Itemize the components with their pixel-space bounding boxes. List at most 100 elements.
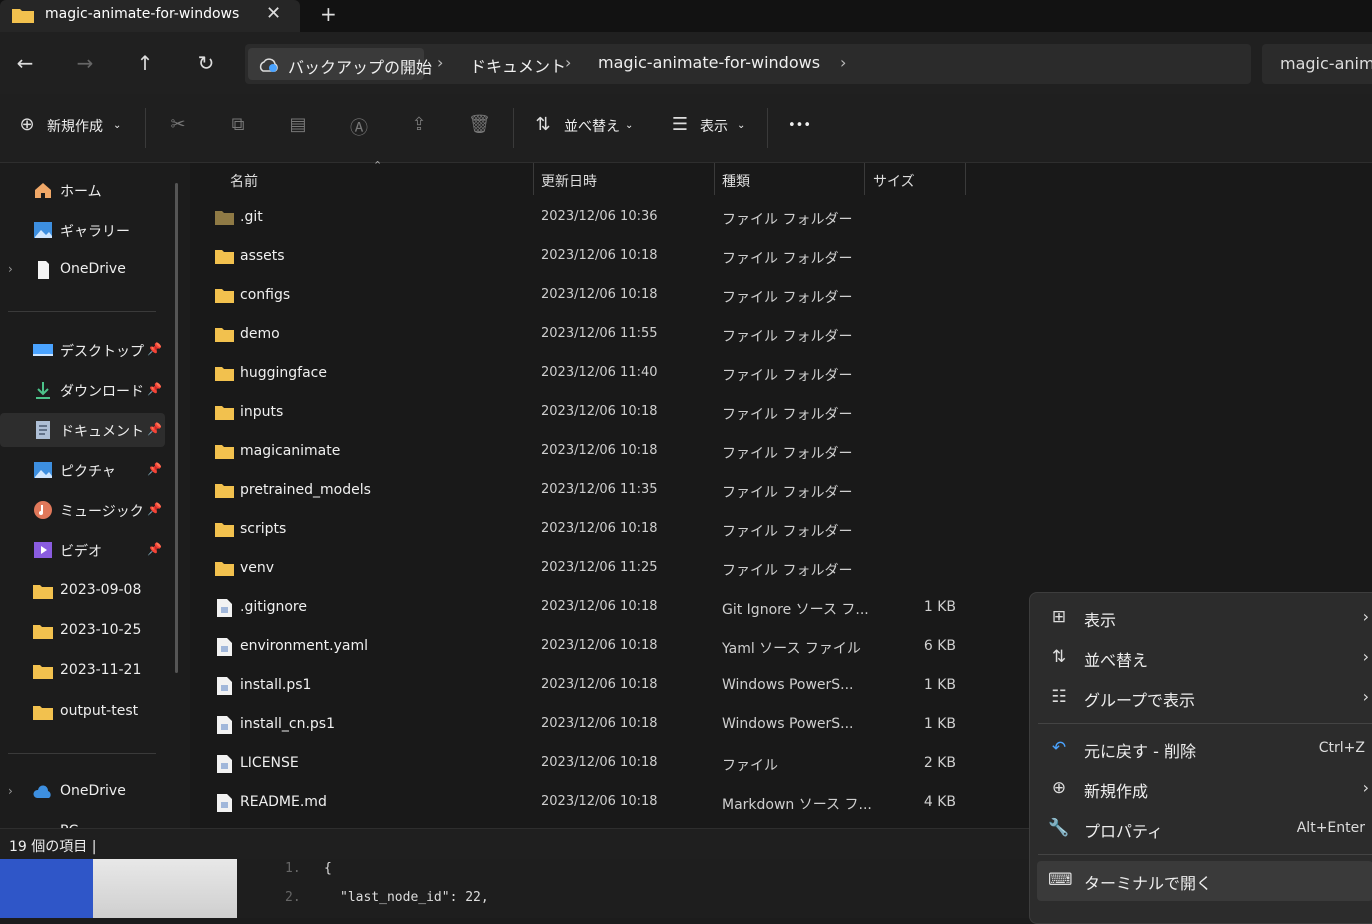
column-divider[interactable]	[864, 163, 865, 195]
folder-icon	[215, 445, 234, 459]
back-arrow-icon[interactable]: ←	[12, 50, 38, 76]
menu-item-open-terminal[interactable]: ⌨ ターミナルで開く	[1037, 861, 1372, 901]
menu-item-group[interactable]: ☷ グループで表示 ›	[1030, 678, 1372, 718]
cloud-backup-icon	[259, 58, 278, 72]
divider	[767, 108, 768, 148]
file-name: huggingface	[240, 365, 327, 381]
cut-icon[interactable]: ✂	[167, 114, 189, 136]
file-name: .git	[240, 209, 263, 225]
new-button[interactable]: 新規作成	[47, 116, 103, 136]
paste-icon[interactable]: ▤	[287, 114, 309, 136]
file-name: scripts	[240, 521, 287, 537]
tab-magic-animate[interactable]: magic-animate-for-windows ✕	[0, 0, 300, 32]
menu-shortcut: Alt+Enter	[1296, 820, 1365, 836]
table-row[interactable]: LICENSE 2023/12/06 10:18 ファイル 2 KB	[190, 745, 1030, 784]
column-divider[interactable]	[965, 163, 966, 195]
table-row[interactable]: README.md 2023/12/06 10:18 Markdown ソース フ.…	[190, 784, 1030, 823]
sidebar-label: 2023-11-21	[60, 662, 142, 678]
sidebar-item-pictures[interactable]: ピクチャ 📌	[0, 453, 165, 487]
sidebar-item-onedrive-cloud[interactable]: › OneDrive	[0, 775, 165, 809]
sidebar-item-folder[interactable]: output-test	[0, 695, 165, 729]
chevron-right-icon[interactable]: ›	[8, 784, 13, 798]
view-button[interactable]: 表示	[700, 116, 728, 136]
breadcrumb-documents[interactable]: ドキュメント	[470, 53, 566, 77]
forward-arrow-icon[interactable]: →	[72, 50, 98, 76]
share-icon[interactable]: ⇪	[408, 114, 430, 136]
navigation-pane: ホーム ギャラリー › OneDrive デスクトップ 📌 ダウンロード 📌 ド…	[0, 163, 190, 828]
sidebar-item-folder[interactable]: 2023-10-25	[0, 614, 165, 648]
file-name: .gitignore	[240, 599, 307, 615]
sidebar-item-home[interactable]: ホーム	[0, 173, 165, 207]
table-row[interactable]: magicanimate 2023/12/06 10:18 ファイル フォルダー	[190, 433, 1030, 472]
address-bar[interactable]: バックアップの開始 › ドキュメント › magic-animate-for-w…	[245, 44, 1251, 84]
file-name: inputs	[240, 404, 284, 420]
sort-button[interactable]: 並べ替え	[564, 116, 620, 136]
sidebar-label: 2023-10-25	[60, 622, 142, 638]
column-divider[interactable]	[533, 163, 534, 195]
file-name: assets	[240, 248, 285, 264]
chevron-right-icon: ›	[1362, 647, 1369, 666]
file-name: venv	[240, 560, 275, 576]
sidebar-label: デスクトップ	[60, 344, 144, 360]
table-row[interactable]: .git 2023/12/06 10:36 ファイル フォルダー	[190, 199, 1030, 238]
menu-item-properties[interactable]: 🔧 プロパティ Alt+Enter	[1030, 809, 1372, 849]
rename-icon[interactable]: Ⓐ	[348, 114, 370, 139]
search-input[interactable]: magic-anim	[1262, 44, 1372, 84]
sidebar-scrollbar[interactable]	[175, 183, 178, 673]
sidebar-item-gallery[interactable]: ギャラリー	[0, 213, 165, 247]
table-row[interactable]: pretrained_models 2023/12/06 11:35 ファイル フォ…	[190, 472, 1030, 511]
table-row[interactable]: venv 2023/12/06 11:25 ファイル フォルダー	[190, 550, 1030, 589]
column-header-type[interactable]: 種類	[722, 171, 750, 191]
table-row[interactable]: install_cn.ps1 2023/12/06 10:18 Windows Po…	[190, 706, 1030, 745]
sidebar-item-downloads[interactable]: ダウンロード 📌	[0, 373, 165, 407]
sidebar-item-desktop[interactable]: デスクトップ 📌	[0, 333, 165, 367]
plus-circle-icon: ⊕	[19, 114, 35, 135]
sidebar-item-pc[interactable]: PC	[0, 815, 165, 828]
file-date: 2023/12/06 10:18	[541, 443, 658, 458]
table-row[interactable]: demo 2023/12/06 11:55 ファイル フォルダー	[190, 316, 1030, 355]
copy-icon[interactable]: ⧉	[227, 114, 249, 136]
new-tab-button[interactable]: +	[320, 2, 337, 26]
chevron-right-icon: ›	[1362, 607, 1369, 626]
folder-icon	[215, 562, 234, 576]
document-icon	[38, 261, 49, 279]
table-row[interactable]: scripts 2023/12/06 10:18 ファイル フォルダー	[190, 511, 1030, 550]
close-icon[interactable]: ✕	[266, 3, 281, 24]
menu-item-undo[interactable]: ↶ 元に戻す - 削除 Ctrl+Z	[1030, 729, 1372, 769]
file-type: ファイル フォルダー	[722, 446, 853, 462]
up-arrow-icon[interactable]: ↑	[132, 50, 158, 76]
table-row[interactable]: environment.yaml 2023/12/06 10:18 Yaml ソース…	[190, 628, 1030, 667]
menu-item-view[interactable]: ⊞ 表示 ›	[1030, 598, 1372, 638]
file-size: 4 KB	[923, 794, 956, 810]
breadcrumb-current[interactable]: magic-animate-for-windows	[598, 53, 820, 72]
grid-icon: ⊞	[1051, 607, 1067, 627]
column-header-date[interactable]: 更新日時	[541, 171, 597, 191]
folder-icon	[215, 406, 234, 420]
sidebar-item-folder[interactable]: 2023-09-08	[0, 574, 165, 608]
file-date: 2023/12/06 10:18	[541, 287, 658, 302]
pin-icon: 📌	[147, 502, 162, 516]
sidebar-item-folder[interactable]: 2023-11-21	[0, 654, 165, 688]
sidebar-item-videos[interactable]: ビデオ 📌	[0, 533, 165, 567]
table-row[interactable]: install.ps1 2023/12/06 10:18 Windows Power…	[190, 667, 1030, 706]
refresh-icon[interactable]: ↻	[193, 50, 219, 76]
menu-item-sort[interactable]: ⇅ 並べ替え ›	[1030, 638, 1372, 678]
menu-label: 表示	[1084, 611, 1117, 630]
table-row[interactable]: huggingface 2023/12/06 11:40 ファイル フォルダー	[190, 355, 1030, 394]
table-row[interactable]: .gitignore 2023/12/06 10:18 Git Ignore ソース…	[190, 589, 1030, 628]
breadcrumb-backup[interactable]: バックアップの開始	[248, 48, 432, 80]
delete-icon[interactable]: 🗑	[468, 114, 491, 136]
chevron-right-icon[interactable]: ›	[8, 262, 13, 276]
menu-item-new[interactable]: ⊕ 新規作成 ›	[1030, 769, 1372, 809]
table-row[interactable]: configs 2023/12/06 10:18 ファイル フォルダー	[190, 277, 1030, 316]
more-options-button[interactable]: •••	[788, 118, 811, 133]
table-row[interactable]: inputs 2023/12/06 10:18 ファイル フォルダー	[190, 394, 1030, 433]
sidebar-item-onedrive[interactable]: › OneDrive	[0, 253, 165, 287]
table-row[interactable]: assets 2023/12/06 10:18 ファイル フォルダー	[190, 238, 1030, 277]
column-header-name[interactable]: 名前	[230, 171, 258, 191]
folder-icon	[215, 484, 234, 498]
sidebar-item-documents[interactable]: ドキュメント 📌	[0, 413, 165, 447]
column-header-size[interactable]: サイズ	[873, 171, 915, 191]
sidebar-item-music[interactable]: ミュージック 📌	[0, 493, 165, 527]
column-divider[interactable]	[714, 163, 715, 195]
